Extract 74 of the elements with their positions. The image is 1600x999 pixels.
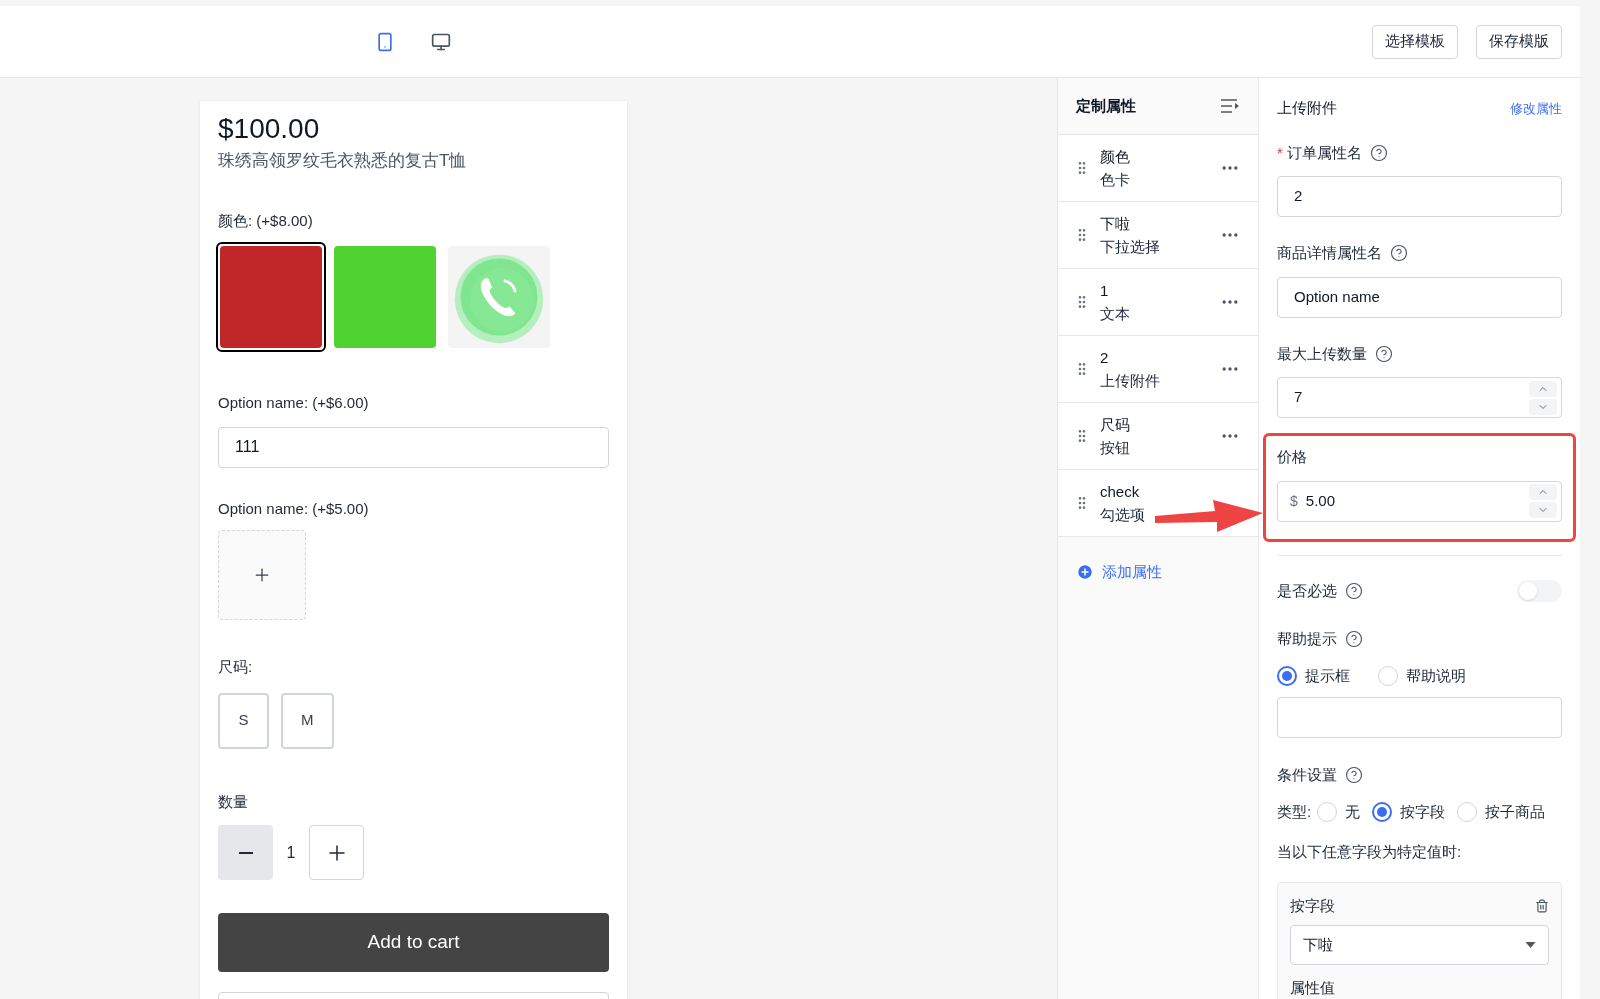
attribute-item[interactable]: 尺码 按钮 [1058, 403, 1258, 470]
required-toggle[interactable] [1517, 579, 1562, 602]
detail-name-field[interactable]: Option name [1277, 276, 1562, 318]
desktop-view-icon[interactable] [431, 31, 451, 52]
card-title: 按字段 [1290, 895, 1335, 916]
field-label: 商品详情属性名 [1277, 243, 1382, 263]
help-text-field[interactable] [1277, 697, 1562, 738]
field-label: 最大上传数量 [1277, 343, 1367, 364]
order-name-field[interactable]: 2 [1277, 176, 1562, 217]
quantity-value: 1 [285, 842, 297, 863]
radio-option[interactable]: 帮助说明 [1378, 664, 1466, 687]
attribute-type: 文本 [1100, 304, 1130, 324]
help-icon[interactable] [1345, 630, 1363, 649]
product-price: $100.00 [218, 112, 321, 146]
attribute-item[interactable]: check 勾选项 [1058, 470, 1258, 537]
price-value: 5.00 [1305, 490, 1335, 511]
field-label: 订单属性名 [1286, 142, 1362, 163]
template-button[interactable]: 选择模板 [1372, 24, 1458, 59]
option-label: Option name: (+$5.00) [218, 498, 370, 519]
type-label: 类型: [1277, 801, 1312, 822]
delete-icon[interactable] [1535, 898, 1549, 913]
attribute-name: 下啦 [1100, 214, 1131, 234]
field-select[interactable]: 下啦 [1290, 925, 1549, 965]
attribute-type: 下拉选择 [1100, 237, 1160, 257]
field-label: 属性值 [1290, 978, 1336, 998]
product-title: 珠绣高领罗纹毛衣熟悉的复古T恤 [218, 150, 468, 172]
plus-circle-icon [1076, 563, 1094, 582]
add-attribute-button[interactable]: 添加属性 [1076, 561, 1258, 584]
field-label: 帮助提示 [1277, 629, 1337, 649]
attribute-name: 颜色 [1100, 147, 1130, 167]
attribute-type: 勾选项 [1100, 505, 1145, 525]
option-label: Option name: (+$6.00) [218, 393, 370, 413]
dropdown-caret-icon [1525, 942, 1536, 948]
color-swatch[interactable] [220, 246, 322, 348]
radio-option[interactable]: 按子商品 [1457, 800, 1546, 823]
size-button[interactable]: M [281, 692, 334, 749]
help-icon[interactable] [1390, 244, 1408, 263]
help-icon[interactable] [1375, 344, 1393, 363]
attribute-name: 1 [1100, 281, 1110, 301]
attribute-item[interactable]: 1 文本 [1058, 269, 1258, 336]
template-button[interactable]: 保存模版 [1476, 24, 1562, 59]
radio-option[interactable]: 按字段 [1372, 800, 1446, 823]
attribute-name: check [1100, 482, 1141, 502]
add-to-cart-button[interactable]: Add to cart [218, 913, 609, 972]
attribute-name: 2 [1100, 348, 1110, 368]
attribute-type: 色卡 [1100, 170, 1130, 190]
field-label: 价格 [1277, 447, 1308, 467]
field-label: 条件设置 [1277, 765, 1337, 785]
panel-title: 上传附件 [1277, 98, 1337, 118]
currency-prefix: $ [1290, 491, 1298, 511]
radio-option[interactable]: 无 [1317, 800, 1361, 823]
condition-note: 当以下任意字段为特定值时: [1277, 842, 1463, 862]
help-icon[interactable] [1345, 766, 1363, 785]
attribute-type: 按钮 [1100, 438, 1130, 458]
required-mark: * [1277, 142, 1283, 163]
panel-title: 定制属性 [1076, 95, 1136, 116]
help-icon[interactable] [1369, 143, 1388, 162]
size-button[interactable]: S [218, 692, 269, 749]
edit-attribute-link[interactable]: 修改属性 [1510, 98, 1562, 118]
field-label: 是否必选 [1277, 580, 1337, 601]
option-label: 颜色: (+$8.00) [218, 210, 314, 231]
attribute-type: 上传附件 [1100, 371, 1160, 391]
attribute-name: 尺码 [1100, 415, 1130, 435]
help-icon[interactable] [1345, 581, 1363, 600]
option-label: 尺码: [218, 657, 254, 677]
attribute-item[interactable]: 下啦 下拉选择 [1058, 202, 1258, 269]
quantity-label: 数量 [218, 791, 249, 812]
minus-icon [238, 851, 253, 854]
attribute-item[interactable]: 2 上传附件 [1058, 336, 1258, 403]
radio-option[interactable]: 提示框 [1277, 664, 1350, 687]
color-swatch[interactable] [334, 246, 436, 348]
text-input-field[interactable]: 111 [218, 426, 609, 468]
collapse-icon[interactable] [1220, 98, 1240, 114]
attribute-item[interactable]: 颜色 色卡 [1058, 135, 1258, 202]
